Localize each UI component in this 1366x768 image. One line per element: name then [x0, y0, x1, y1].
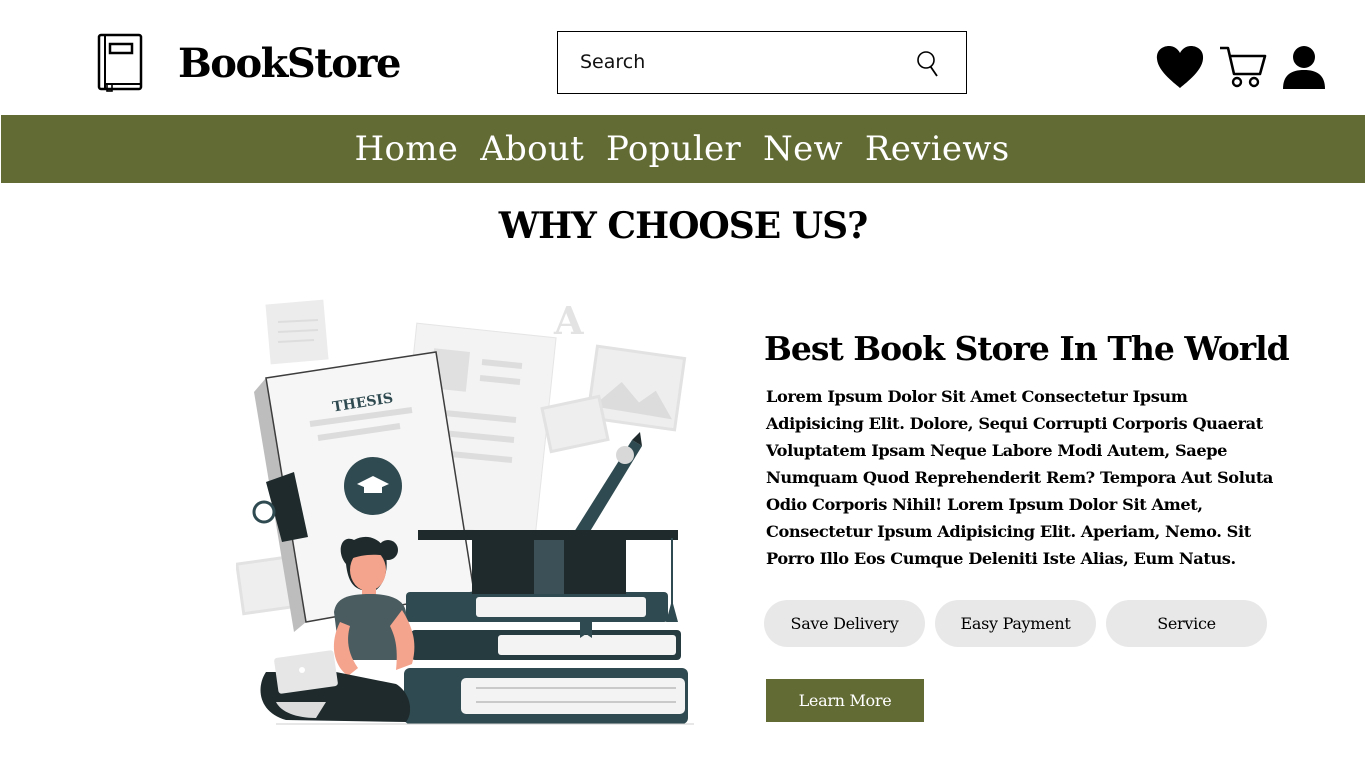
section-headline: Best Book Store In The World — [764, 329, 1290, 368]
letter-a-decoration: A — [553, 298, 584, 343]
study-illustration: A THESIS — [235, 292, 696, 732]
nav-populer[interactable]: Populer — [606, 129, 741, 169]
section-body: Lorem Ipsum Dolor Sit Amet Consectetur I… — [766, 387, 1273, 568]
feature-easy-payment[interactable]: Easy Payment — [935, 600, 1096, 647]
user-icon[interactable] — [1281, 45, 1327, 90]
learn-more-button[interactable]: Learn More — [766, 679, 924, 722]
search-bar — [557, 31, 967, 94]
book-icon[interactable] — [97, 33, 143, 93]
search-input[interactable] — [580, 46, 900, 78]
nav-about[interactable]: About — [480, 129, 584, 169]
search-icon[interactable] — [916, 49, 942, 79]
section-title: WHY CHOOSE US? — [498, 205, 869, 247]
nav-new[interactable]: New — [763, 129, 843, 169]
brand-name[interactable]: BookStore — [178, 38, 401, 90]
heart-icon[interactable] — [1155, 44, 1205, 90]
nav-reviews[interactable]: Reviews — [865, 129, 1010, 169]
main-nav: Home About Populer New Reviews — [1, 115, 1365, 183]
nav-home[interactable]: Home — [355, 129, 459, 169]
cart-icon[interactable] — [1218, 44, 1268, 90]
feature-service[interactable]: Service — [1106, 600, 1267, 647]
feature-save-delivery[interactable]: Save Delivery — [764, 600, 925, 647]
